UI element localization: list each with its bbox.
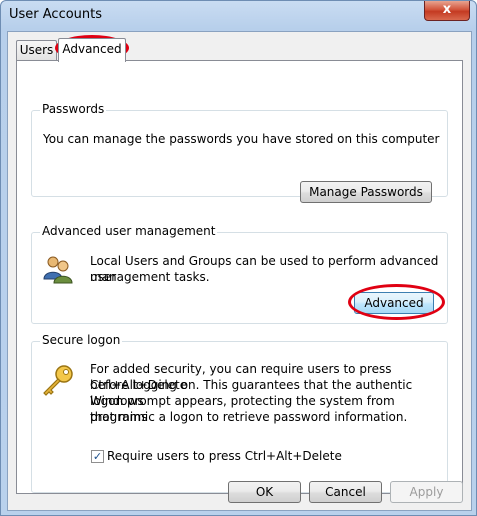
passwords-description: You can manage the passwords you have st… (43, 132, 440, 146)
dialog-client-area: Users Advanced Passwords You can manage … (7, 31, 472, 511)
title-bar[interactable]: User Accounts x (1, 1, 476, 31)
secure-logon-heading: Secure logon (40, 333, 123, 347)
require-ctrl-alt-delete-checkbox[interactable]: ✓ (91, 450, 104, 463)
check-mark-icon: ✓ (92, 450, 103, 463)
advanced-user-management-heading: Advanced user management (40, 224, 218, 238)
key-icon (43, 365, 73, 396)
users-group-icon (43, 256, 73, 284)
advanced-button[interactable]: Advanced (354, 292, 434, 314)
passwords-heading: Passwords (40, 102, 107, 116)
close-icon: x (442, 2, 452, 17)
advanced-description-line2: management tasks. (90, 270, 210, 284)
passwords-group: Passwords You can manage the passwords y… (31, 102, 448, 203)
user-accounts-window: User Accounts x Users Advanced Passwords… (0, 0, 477, 516)
ok-button[interactable]: OK (228, 481, 301, 503)
tab-advanced[interactable]: Advanced (58, 38, 126, 62)
tab-users[interactable]: Users (16, 40, 57, 60)
secure-logon-group: Secure logon For added security, you can… (31, 333, 448, 493)
advanced-tab-panel: Passwords You can manage the passwords y… (16, 60, 463, 494)
secure-logon-line4: that mimic a logon to retrieve password … (90, 410, 408, 424)
cancel-button[interactable]: Cancel (309, 481, 382, 503)
apply-button: Apply (390, 481, 463, 503)
advanced-user-management-group: Advanced user management Local Users and… (31, 224, 448, 324)
require-ctrl-alt-delete-label[interactable]: Require users to press Ctrl+Alt+Delete (107, 448, 342, 464)
close-button[interactable]: x (424, 1, 470, 21)
window-title: User Accounts (9, 7, 103, 22)
manage-passwords-button[interactable]: Manage Passwords (300, 181, 432, 203)
